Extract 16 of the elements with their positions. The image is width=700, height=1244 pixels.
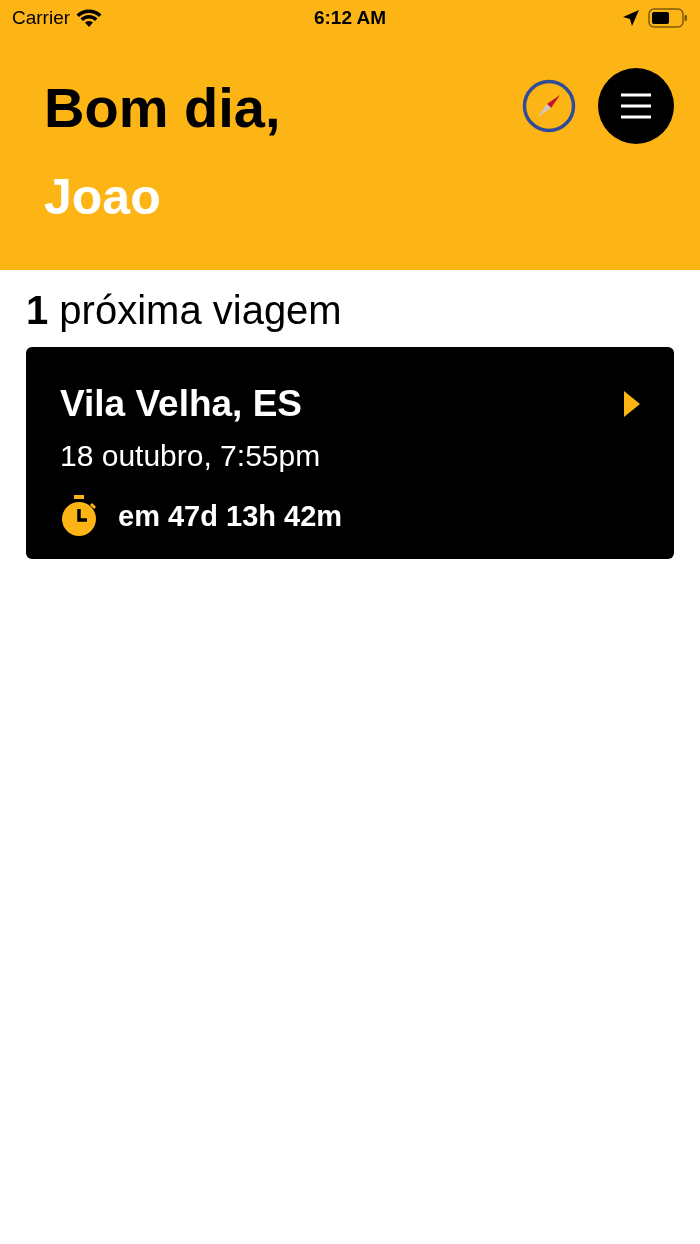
trips-heading: 1 próxima viagem [26, 288, 343, 333]
trip-countdown: em 47d 13h 42m [118, 499, 343, 533]
wifi-icon [76, 8, 103, 28]
trip-city: Vila Velha, ES [60, 383, 303, 425]
location-arrow-icon [622, 9, 640, 27]
stopwatch-icon [60, 495, 98, 537]
carrier-label: Carrier [12, 7, 71, 29]
user-name: Joao [44, 172, 161, 222]
trip-date: 18 outubro, 7:55pm [60, 439, 321, 473]
caret-icon [624, 391, 640, 417]
greeting: Bom dia, [44, 80, 281, 136]
compass-icon[interactable] [522, 79, 576, 133]
menu-icon [620, 93, 652, 119]
status-time: 6:12 AM [313, 7, 387, 29]
trip-card[interactable]: Vila Velha, ES 18 outubro, 7:55pm em 47d 13h 42m [26, 347, 674, 559]
battery-icon [648, 8, 688, 28]
